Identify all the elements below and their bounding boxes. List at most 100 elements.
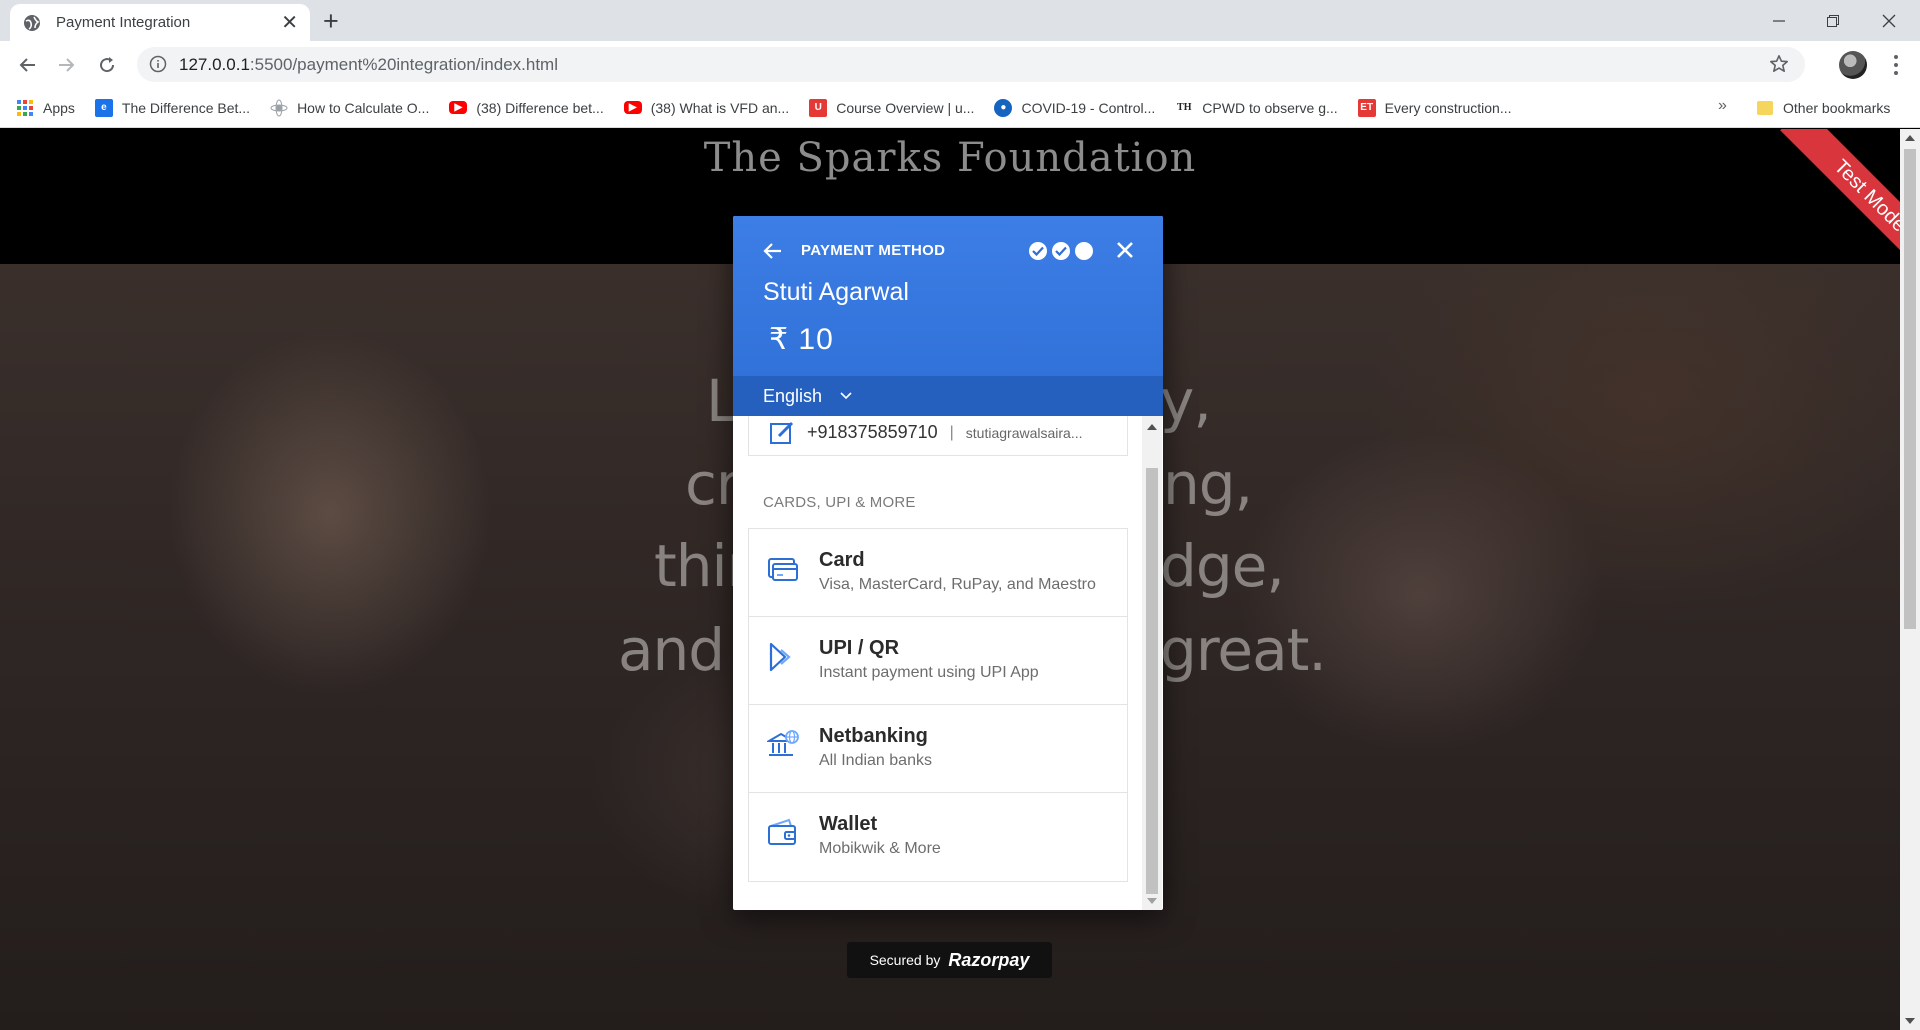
payment-body: +918375859710 | stutiagrawalsaira... CAR… [733, 416, 1163, 910]
navigation-bar: 127.0.0.1:5500/payment%20integration/ind… [0, 41, 1920, 88]
bank-icon [767, 730, 799, 756]
contact-email: stutiagrawalsaira... [965, 424, 1083, 441]
site-icon: ET [1357, 98, 1376, 117]
method-wallet[interactable]: Wallet Mobikwik & More [749, 793, 1127, 881]
reload-button[interactable] [92, 50, 122, 80]
site-icon: TH [1177, 102, 1192, 113]
back-arrow-icon[interactable] [763, 242, 783, 260]
check-icon [1029, 242, 1047, 260]
site-icon: U [809, 98, 828, 117]
forward-button[interactable] [52, 50, 82, 80]
youtube-icon: ▶ [623, 101, 642, 114]
language-selector[interactable]: English [733, 376, 1163, 416]
merchant-name: Stuti Agarwal [763, 278, 909, 306]
method-description: Instant payment using UPI App [819, 664, 1039, 681]
bookmark-item[interactable]: How to Calculate O... [270, 99, 429, 117]
modal-scrollbar[interactable] [1142, 416, 1162, 910]
method-upi[interactable]: UPI / QR Instant payment using UPI App [749, 617, 1127, 705]
payment-methods-list: Card Visa, MasterCard, RuPay, and Maestr… [748, 528, 1128, 882]
scroll-down-icon[interactable] [1147, 898, 1157, 904]
scroll-up-icon[interactable] [1147, 424, 1157, 430]
back-button[interactable] [12, 50, 42, 80]
check-icon [1052, 242, 1070, 260]
browser-menu-button[interactable] [1886, 52, 1906, 78]
bookmarks-bar: Apps e The Difference Bet... How to Calc… [0, 88, 1920, 128]
bookmark-item[interactable]: Apps [16, 99, 75, 117]
scroll-down-icon[interactable] [1905, 1018, 1915, 1024]
close-tab-icon[interactable]: ✕ [281, 13, 298, 33]
browser-tab[interactable]: Payment Integration ✕ [10, 4, 310, 41]
secured-by-badge[interactable]: Secured by Razorpay [847, 942, 1052, 978]
site-title: The Sparks Foundation [703, 135, 1197, 181]
minimize-icon [1773, 20, 1785, 22]
tab-strip: Payment Integration ✕ + [0, 0, 1920, 41]
contact-separator: | [949, 423, 954, 441]
other-bookmarks-folder[interactable]: Other bookmarks [1757, 88, 1890, 128]
restore-icon [1827, 15, 1839, 27]
bookmark-label: The Difference Bet... [121, 99, 251, 116]
profile-avatar[interactable] [1839, 51, 1867, 79]
bookmark-item[interactable]: TH CPWD to observe g... [1175, 99, 1338, 117]
site-icon [270, 99, 288, 117]
close-window-icon [1882, 14, 1896, 28]
razorpay-logo: Razorpay [948, 949, 1030, 970]
bookmark-label: Apps [43, 99, 75, 116]
contact-phone: +918375859710 [807, 422, 938, 442]
tab-title: Payment Integration [56, 14, 191, 31]
bookmark-label: (38) Difference bet... [476, 99, 604, 116]
edit-icon [770, 421, 794, 444]
restore-button[interactable] [1810, 6, 1856, 36]
bookmark-item[interactable]: ▶ (38) What is VFD an... [623, 100, 789, 116]
contact-details[interactable]: +918375859710 | stutiagrawalsaira... [748, 416, 1128, 456]
bookmark-item[interactable]: U Course Overview | u... [809, 98, 974, 117]
payment-modal: PAYMENT METHOD Stuti Agarwal ₹ 10 Englis… [733, 216, 1163, 910]
bookmark-label: Every construction... [1384, 99, 1512, 116]
bookmark-label: CPWD to observe g... [1202, 99, 1338, 116]
site-info-icon[interactable] [149, 55, 167, 73]
scroll-up-icon[interactable] [1905, 135, 1915, 141]
bookmark-item[interactable]: e The Difference Bet... [94, 98, 251, 117]
youtube-icon: ▶ [449, 101, 468, 114]
hero-text: dge, [1160, 532, 1285, 600]
more-bookmarks-button[interactable]: » [1718, 97, 1727, 115]
upi-icon [769, 642, 791, 672]
back-arrow-icon [19, 58, 35, 72]
payment-method-label: PAYMENT METHOD [801, 242, 946, 259]
scrollbar-thumb[interactable] [1904, 149, 1916, 629]
folder-icon [1757, 101, 1773, 115]
url-path: :5500/payment%20integration/index.html [249, 55, 558, 74]
bookmark-item[interactable]: ET Every construction... [1357, 98, 1512, 117]
close-icon[interactable] [1113, 238, 1137, 262]
bookmark-item[interactable]: ● COVID-19 - Control... [994, 98, 1156, 117]
bookmark-star-icon[interactable] [1769, 54, 1789, 74]
close-window-button[interactable] [1866, 6, 1912, 36]
payment-amount: ₹ 10 [769, 323, 834, 356]
forward-arrow-icon [59, 58, 75, 72]
payment-header: PAYMENT METHOD Stuti Agarwal ₹ 10 Englis… [733, 216, 1163, 416]
modal-scrollbar-thumb[interactable] [1146, 468, 1158, 894]
method-netbanking[interactable]: Netbanking All Indian banks [749, 705, 1127, 793]
method-description: Mobikwik & More [819, 840, 941, 857]
chevron-down-icon [840, 392, 852, 400]
minimize-button[interactable] [1756, 6, 1802, 36]
secured-text: Secured by [869, 952, 941, 968]
section-heading: CARDS, UPI & MORE [763, 494, 916, 511]
address-bar[interactable]: 127.0.0.1:5500/payment%20integration/ind… [137, 47, 1805, 82]
site-icon: ● [994, 98, 1013, 117]
page-scrollbar[interactable] [1900, 129, 1920, 1030]
wallet-icon [768, 818, 796, 845]
method-name: Netbanking [819, 725, 928, 747]
test-mode-label: Test Mode [1780, 129, 1900, 286]
method-name: Card [819, 549, 865, 571]
method-description: All Indian banks [819, 752, 932, 769]
reload-icon [100, 57, 115, 73]
apps-grid-icon [16, 99, 34, 117]
current-step-dot [1075, 242, 1093, 260]
new-tab-button[interactable]: + [323, 8, 339, 35]
bookmark-label: COVID-19 - Control... [1021, 99, 1156, 116]
bookmark-item[interactable]: ▶ (38) Difference bet... [449, 99, 604, 116]
card-icon [768, 558, 798, 581]
test-mode-ribbon: Test Mode [1730, 129, 1900, 299]
method-card[interactable]: Card Visa, MasterCard, RuPay, and Maestr… [749, 529, 1127, 617]
other-bookmarks-label: Other bookmarks [1783, 100, 1891, 116]
